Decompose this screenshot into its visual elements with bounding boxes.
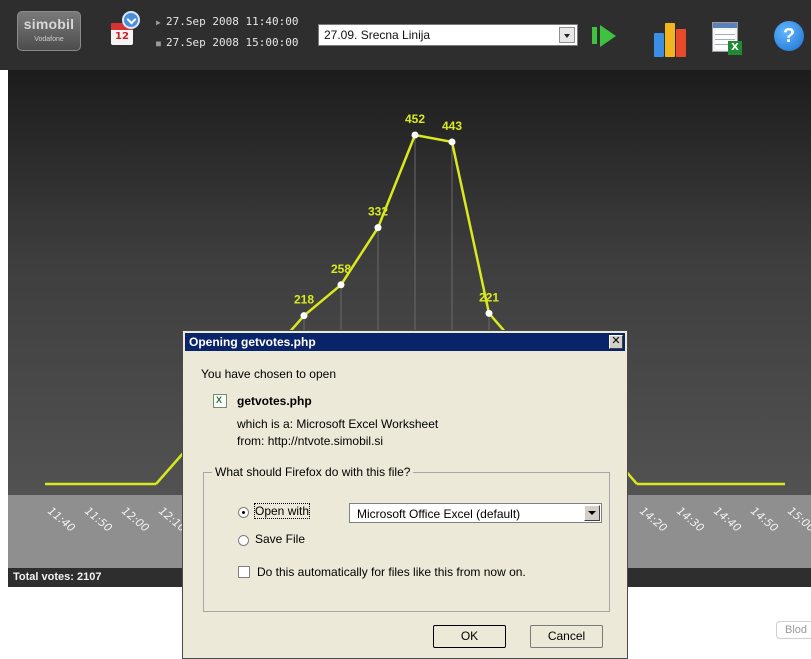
brand-subtitle: Vodafone — [34, 36, 64, 43]
intro-text: You have chosen to open — [201, 367, 337, 381]
open-with-radio[interactable] — [238, 507, 249, 518]
file-source-label: from: — [237, 434, 265, 448]
open-with-label[interactable]: Open with — [253, 503, 311, 519]
file-name: getvotes.php — [237, 394, 312, 408]
range-start-text: 27.Sep 2008 11:40:00 — [166, 15, 299, 28]
clock-icon[interactable] — [122, 11, 140, 29]
total-votes-text: Total votes: 2107 — [13, 571, 102, 583]
auto-action-checkbox[interactable] — [238, 566, 250, 578]
dialog-titlebar: Opening getvotes.php ✕ — [185, 333, 625, 351]
file-type-label: which is a: — [237, 417, 294, 431]
help-icon[interactable]: ? — [774, 21, 804, 51]
auto-action-label[interactable]: Do this automatically for files like thi… — [257, 565, 526, 579]
save-file-radio[interactable] — [238, 535, 249, 546]
show-selector[interactable]: 27.09. Srecna Linija — [318, 24, 578, 46]
range-end-text: 27.Sep 2008 15:00:00 — [166, 36, 299, 49]
opening-file-dialog: Opening getvotes.php ✕ You have chosen t… — [182, 330, 628, 659]
chevron-down-icon[interactable] — [559, 27, 575, 43]
play-marker-icon: ▶ — [156, 18, 161, 27]
file-type-value: Microsoft Excel Worksheet — [296, 417, 439, 431]
calendar-day: 12 — [115, 31, 129, 42]
blog-button-label: Blod — [785, 624, 808, 636]
action-group-title: What should Firefox do with this file? — [212, 465, 414, 479]
bar-chart-icon[interactable] — [652, 19, 690, 57]
ok-button[interactable]: OK — [433, 625, 506, 648]
file-type-row: which is a: Microsoft Excel Worksheet — [237, 417, 438, 431]
blog-button[interactable]: Blod — [776, 621, 811, 639]
top-toolbar: simobil Vodafone 12 ▶ 27.Sep 2008 11:40:0… — [0, 0, 811, 70]
file-source-row: from: http://ntvote.simobil.si — [237, 434, 383, 448]
cancel-button[interactable]: Cancel — [530, 625, 603, 648]
close-icon[interactable]: ✕ — [609, 335, 623, 349]
dialog-title: Opening getvotes.php — [189, 335, 316, 349]
action-group: What should Firefox do with this file? O… — [203, 465, 610, 612]
brand-logo-text: simobil — [23, 16, 75, 32]
excel-file-icon — [213, 394, 227, 408]
open-with-app-value: Microsoft Office Excel (default) — [357, 507, 521, 521]
chevron-down-icon[interactable] — [584, 505, 600, 521]
open-with-app-select[interactable]: Microsoft Office Excel (default) — [349, 503, 602, 523]
range-start: ▶ 27.Sep 2008 11:40:00 — [156, 15, 298, 28]
save-file-label[interactable]: Save File — [255, 532, 305, 546]
file-source-value: http://ntvote.simobil.si — [267, 434, 384, 448]
excel-export-icon[interactable]: X — [712, 22, 742, 55]
go-play-icon[interactable] — [592, 25, 622, 47]
range-end: ■ 27.Sep 2008 15:00:00 — [156, 36, 298, 49]
simobil-logo: simobil Vodafone — [17, 11, 81, 51]
show-selector-value: 27.09. Srecna Linija — [324, 28, 431, 42]
stop-marker-icon: ■ — [156, 39, 161, 48]
